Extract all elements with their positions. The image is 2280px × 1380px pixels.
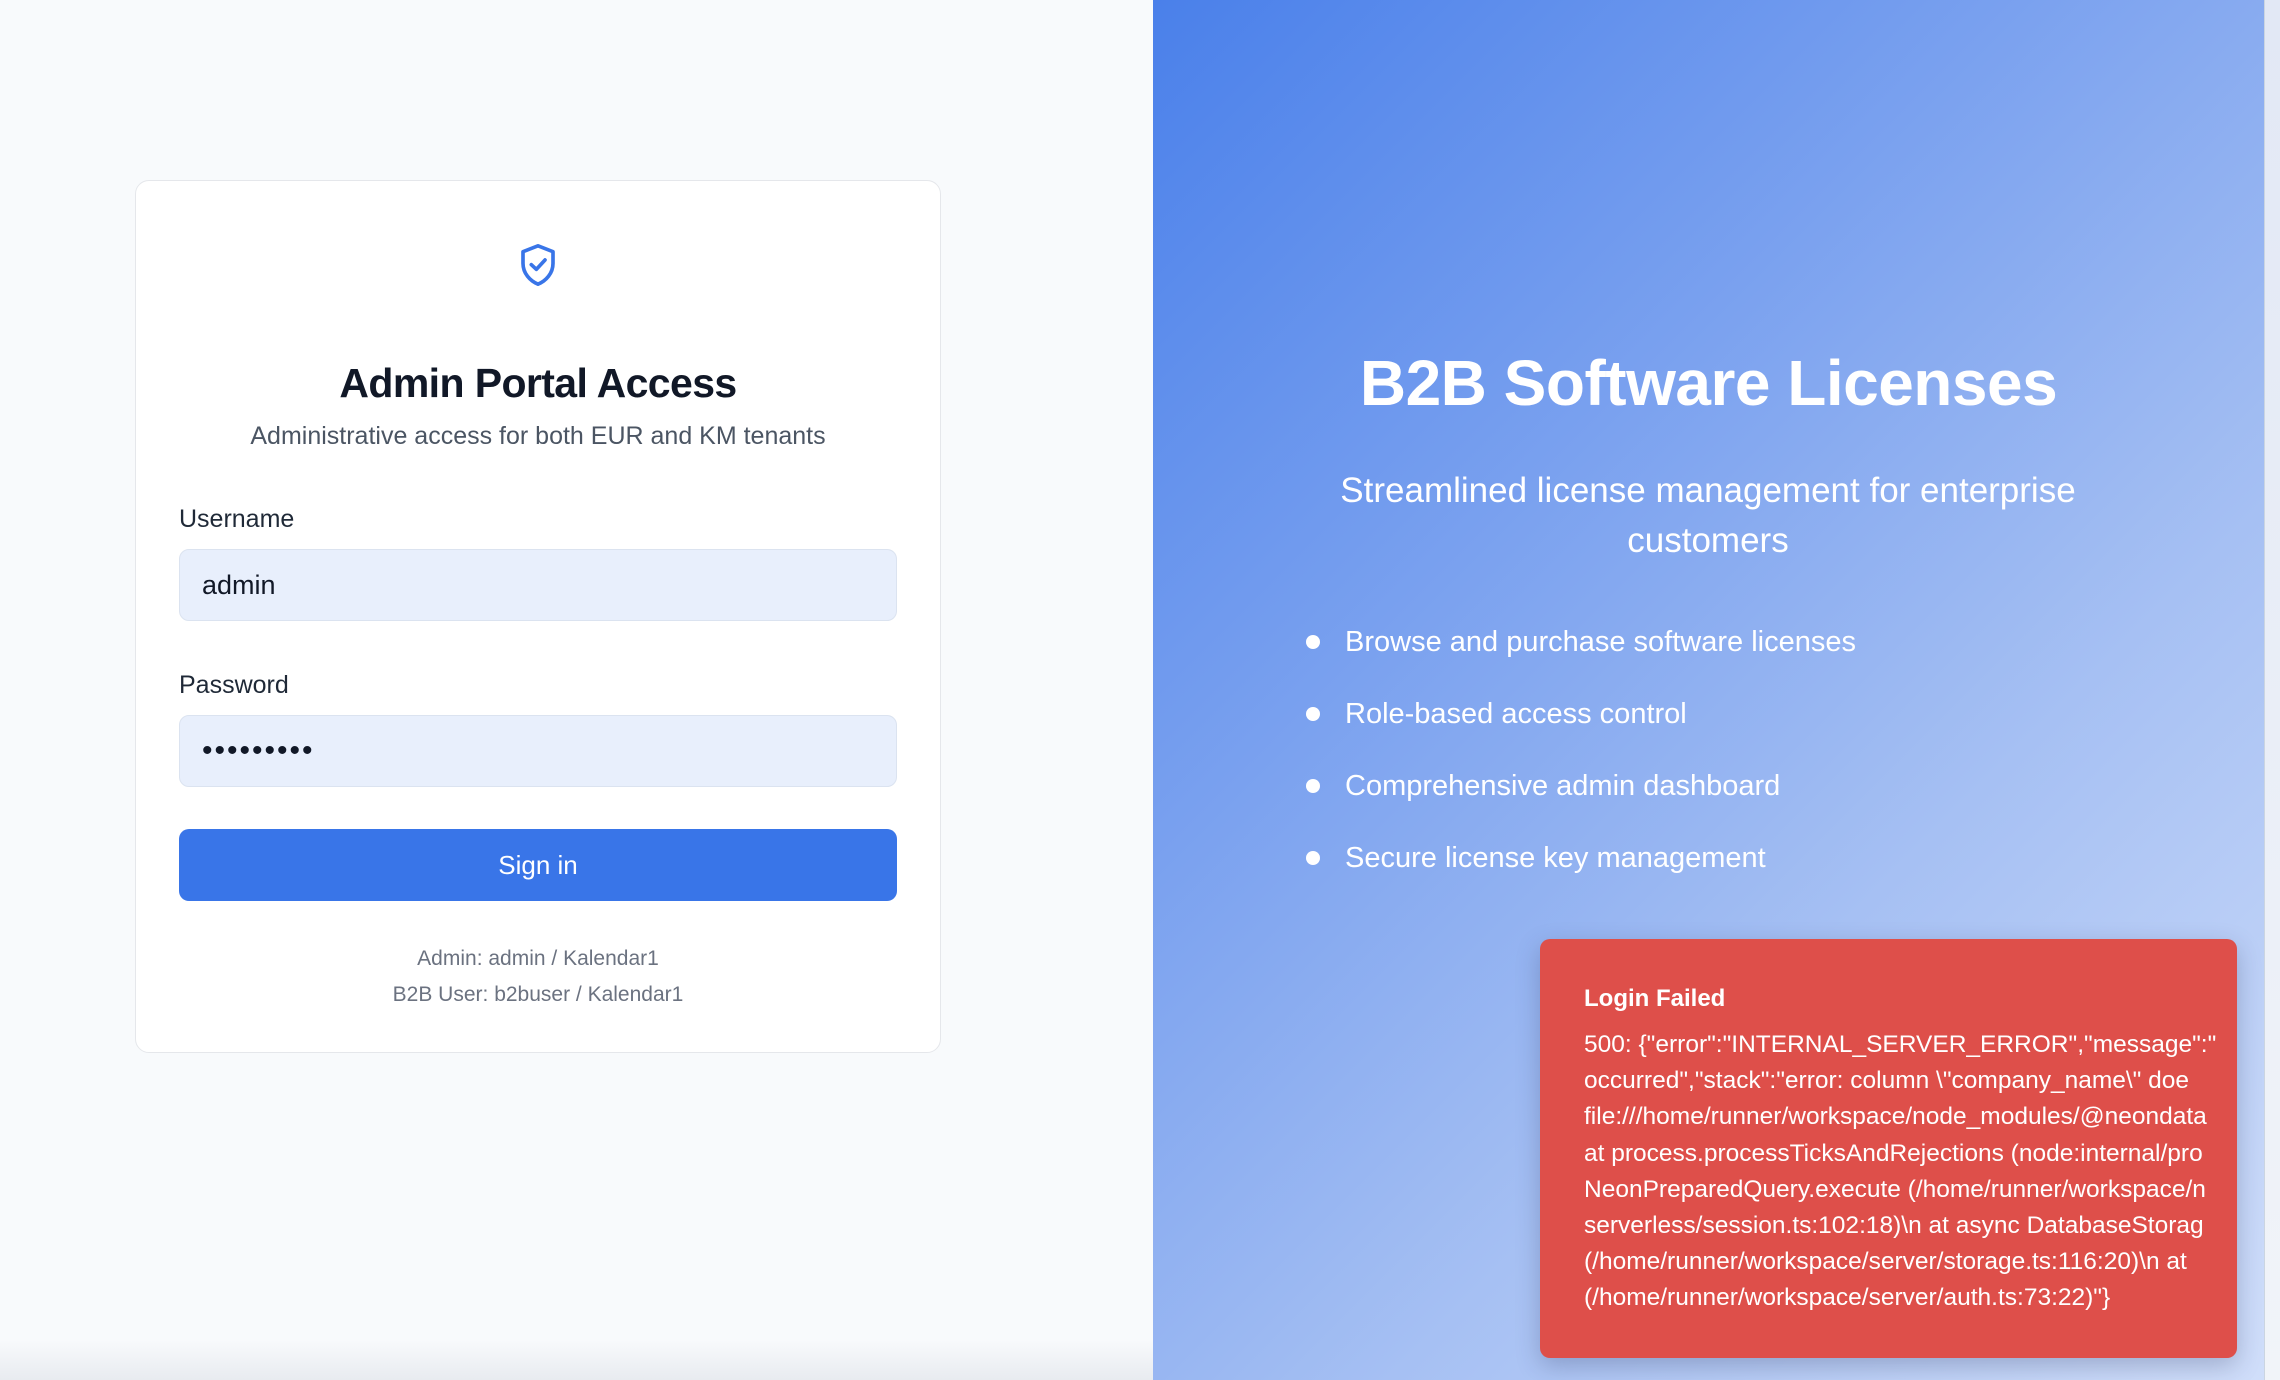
error-toast[interactable]: Login Failed 500: {"error":"INTERNAL_SER… [1540,939,2237,1358]
feature-text: Comprehensive admin dashboard [1345,769,1781,802]
toast-line: (/home/runner/workspace/server/storage.t… [1584,1248,2187,1276]
page-subtitle: Administrative access for both EUR and K… [250,422,826,450]
feature-text: Secure license key management [1345,841,1766,874]
username-input[interactable] [179,549,897,621]
shield-check-icon [521,244,555,286]
login-card: Admin Portal Access Administrative acces… [135,180,941,1053]
toast-line: 500: {"error":"INTERNAL_SERVER_ERROR","m… [1584,1031,2217,1058]
hero-subtitle: Streamlined license management for enter… [1340,471,2076,560]
feature-text: Role-based access control [1345,697,1687,730]
bullet-icon [1306,707,1320,721]
toast-title: Login Failed [1584,985,1726,1012]
login-pane: Admin Portal Access Administrative acces… [0,0,1153,1380]
page-title: Admin Portal Access [339,360,737,406]
toast-line: occurred","stack":"error: column \"compa… [1584,1067,2190,1095]
feature-item: Role-based access control [1306,694,1856,734]
toast-message: 500: {"error":"INTERNAL_SERVER_ERROR","m… [1584,1027,2237,1317]
window-edge-scrollbar[interactable] [2264,0,2280,1380]
username-label: Username [179,505,295,533]
feature-list: Browse and purchase software licenses Ro… [1306,622,1856,910]
toast-line: serverless/session.ts:102:18)\n at async… [1584,1212,2204,1240]
feature-item: Secure license key management [1306,838,1856,878]
password-label: Password [179,671,289,699]
hero-title: B2B Software Licenses [1359,347,2058,419]
admin-credentials-hint: Admin: admin / Kalendar1 [417,947,659,970]
feature-item: Comprehensive admin dashboard [1306,766,1856,806]
toast-line: NeonPreparedQuery.execute (/home/runner/… [1584,1175,2206,1203]
password-input[interactable] [179,715,897,787]
bullet-icon [1306,779,1320,793]
feature-text: Browse and purchase software licenses [1345,625,1856,658]
bullet-icon [1306,635,1320,649]
feature-item: Browse and purchase software licenses [1306,622,1856,662]
toast-line: (/home/runner/workspace/server/auth.ts:7… [1584,1284,2111,1312]
sign-in-button[interactable]: Sign in [179,829,897,901]
b2b-credentials-hint: B2B User: b2buser / Kalendar1 [392,983,684,1006]
bullet-icon [1306,851,1320,865]
toast-line: file:///home/runner/workspace/node_modul… [1584,1103,2207,1131]
toast-line: at process.processTicksAndRejections (no… [1584,1139,2203,1167]
bottom-scroll-shadow [0,1340,1153,1380]
